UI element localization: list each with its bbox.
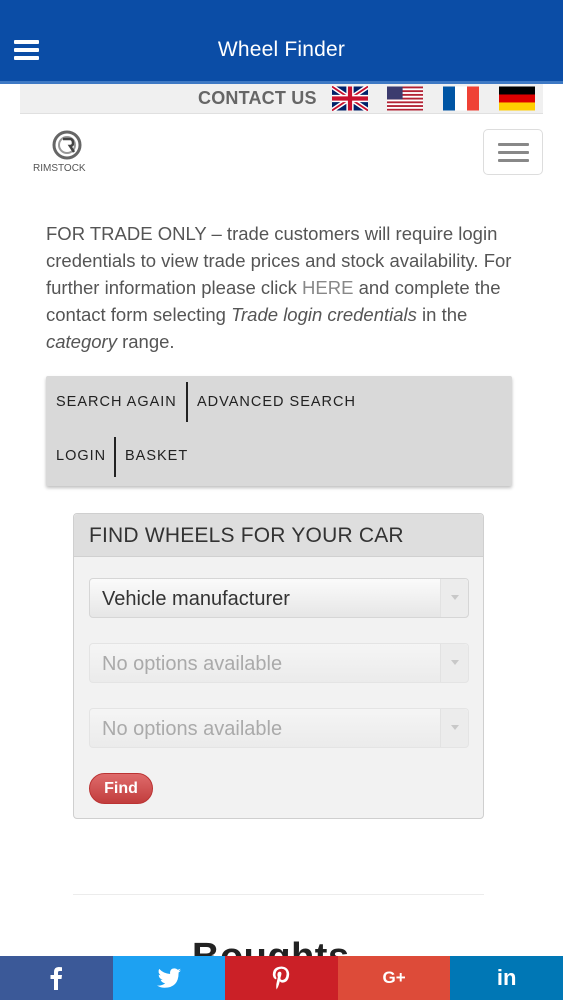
- vehicle-variant-select[interactable]: No options available: [89, 708, 469, 748]
- linkedin-icon: in: [496, 965, 517, 990]
- here-link[interactable]: HERE: [302, 277, 353, 298]
- chevron-down-icon: [440, 709, 468, 747]
- section-divider: [73, 894, 484, 895]
- find-button[interactable]: Find: [89, 773, 153, 804]
- trade-notice: FOR TRADE ONLY – trade customers will re…: [46, 220, 516, 355]
- notice-text: in the: [416, 304, 468, 325]
- notice-text: range.: [116, 331, 175, 352]
- select-value: Vehicle manufacturer: [102, 588, 290, 610]
- app-title: Wheel Finder: [217, 38, 346, 61]
- google-plus-icon: G+: [382, 968, 406, 987]
- basket-link[interactable]: BASKET: [125, 448, 188, 464]
- nav-separator: [186, 382, 188, 422]
- login-link[interactable]: LOGIN: [56, 448, 106, 464]
- facebook-share-button[interactable]: [0, 956, 113, 1000]
- finder-header: FIND WHEELS FOR YOUR CAR: [74, 514, 483, 557]
- de-flag-icon[interactable]: [499, 86, 535, 111]
- wheel-finder-panel: FIND WHEELS FOR YOUR CAR Vehicle manufac…: [73, 513, 484, 819]
- us-flag-icon[interactable]: [387, 86, 423, 111]
- pinterest-icon: [272, 966, 290, 990]
- google-plus-share-button[interactable]: G+: [337, 956, 451, 1000]
- twitter-icon: [156, 968, 181, 988]
- twitter-share-button[interactable]: [112, 956, 226, 1000]
- search-again-link[interactable]: SEARCH AGAIN: [56, 394, 177, 410]
- finder-title: FIND WHEELS FOR YOUR CAR: [89, 524, 404, 547]
- select-value: No options available: [102, 653, 283, 675]
- select-value: No options available: [102, 718, 283, 740]
- app-bar: Wheel Finder: [0, 0, 563, 84]
- uk-flag-icon[interactable]: [332, 86, 368, 111]
- notice-emphasis: Trade login credentials: [231, 304, 417, 325]
- chevron-down-icon: [440, 644, 468, 682]
- rimstock-logo[interactable]: RIMSTOCK: [32, 130, 102, 178]
- fr-flag-icon[interactable]: [443, 86, 479, 111]
- contact-strip: CONTACT US: [20, 84, 543, 114]
- chevron-down-icon: [440, 579, 468, 617]
- nav-separator: [114, 437, 116, 477]
- notice-emphasis: category: [46, 331, 117, 352]
- vehicle-model-select[interactable]: No options available: [89, 643, 469, 683]
- site-menu-button[interactable]: [483, 129, 543, 175]
- contact-us-link[interactable]: CONTACT US: [198, 88, 317, 109]
- linkedin-share-button[interactable]: in: [450, 956, 563, 1000]
- facebook-icon: [49, 966, 63, 990]
- pinterest-share-button[interactable]: [225, 956, 338, 1000]
- rimstock-logo-icon: [52, 130, 82, 160]
- vehicle-manufacturer-select[interactable]: Vehicle manufacturer: [89, 578, 469, 618]
- logo-text: RIMSTOCK: [33, 163, 86, 174]
- finder-navigation: SEARCH AGAIN ADVANCED SEARCH LOGIN BASKE…: [46, 376, 512, 486]
- social-share-bar: G+ in: [0, 956, 563, 1000]
- advanced-search-link[interactable]: ADVANCED SEARCH: [197, 394, 356, 410]
